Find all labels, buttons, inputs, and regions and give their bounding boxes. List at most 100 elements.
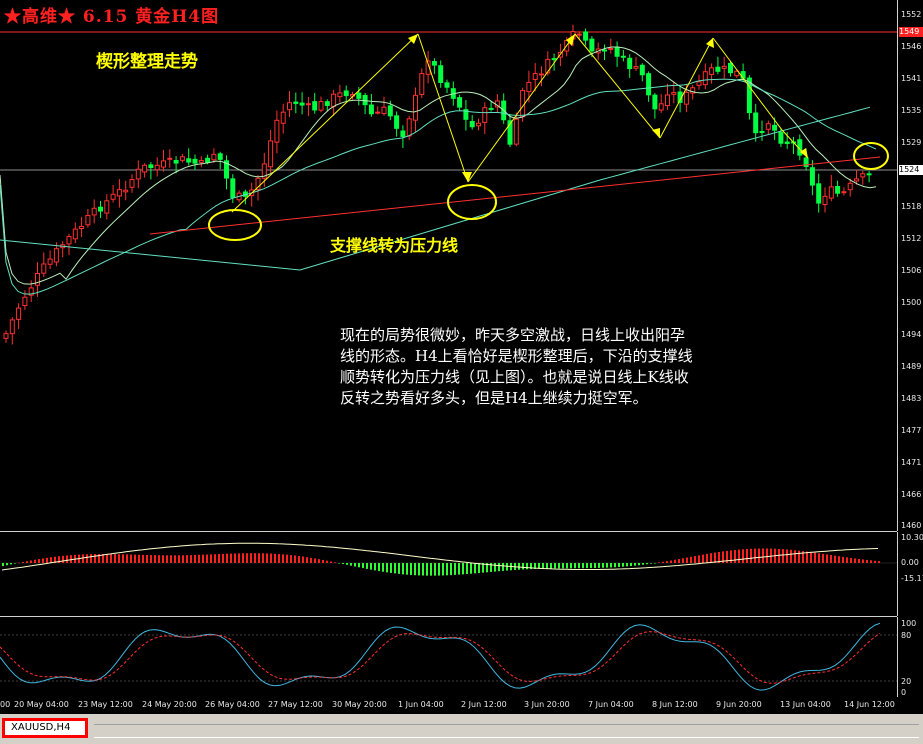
macd-bar: [414, 563, 416, 576]
macd-bar: [474, 563, 476, 574]
candle-body: [551, 58, 557, 61]
macd-bar: [214, 554, 216, 563]
macd-axis[interactable]: 10.30 0.00 -15.17: [897, 532, 923, 616]
macd-bar: [434, 563, 436, 576]
candle-body: [526, 81, 532, 93]
macd-pane[interactable]: [0, 532, 897, 617]
candle-body: [211, 153, 217, 161]
candle-body: [866, 173, 872, 176]
price-pane[interactable]: ★高维★ 6.15 黄金H4图 楔形整理走势 支撑线转为压力线 现在的局势很微妙…: [0, 0, 897, 532]
candle-body: [608, 47, 614, 50]
price-axis[interactable]: 1552 1549 1546 1541 1535 1529 1524 1518 …: [897, 0, 923, 531]
candle-body: [274, 119, 280, 143]
macd-bar: [178, 555, 180, 563]
symbol-tab[interactable]: XAUUSD,H4: [2, 718, 88, 738]
candle-body: [841, 191, 847, 194]
macd-bar: [826, 554, 828, 563]
macd-bar: [830, 555, 832, 563]
commentary-line: 反转之势看好多头，但是H4上继续力挺空军。: [340, 389, 648, 407]
candle-body: [85, 214, 91, 226]
candle-body: [186, 158, 192, 163]
macd-indicator[interactable]: [0, 532, 897, 616]
macd-bar: [554, 563, 556, 569]
candle-body: [602, 49, 607, 52]
candle-body: [835, 186, 841, 194]
candle-body: [759, 131, 765, 134]
macd-bar: [10, 563, 12, 565]
macd-tick: 0.00: [901, 558, 919, 567]
candle-body: [299, 102, 305, 106]
macd-bar: [86, 554, 88, 563]
candle-body: [116, 189, 122, 197]
candle-body: [633, 66, 639, 69]
macd-bar: [334, 562, 336, 563]
candle-body: [91, 207, 97, 216]
macd-bar: [266, 553, 268, 563]
current-price-badge: 1524: [899, 165, 923, 175]
candle-body: [394, 115, 400, 129]
price-tick: 1460: [901, 521, 922, 530]
macd-bar: [698, 555, 700, 563]
candle-body: [312, 101, 318, 111]
candle-body: [161, 160, 166, 168]
macd-bar: [322, 559, 324, 563]
macd-bar: [370, 563, 372, 570]
macd-bar: [350, 563, 352, 566]
price-tick: 1552: [901, 10, 922, 19]
macd-bar: [106, 554, 108, 563]
macd-bar: [594, 563, 596, 568]
price-chart[interactable]: [0, 0, 897, 531]
macd-bar: [710, 553, 712, 563]
candle-body: [431, 61, 437, 66]
macd-bar: [562, 563, 564, 569]
macd-bar: [522, 563, 524, 570]
macd-bar: [226, 553, 228, 563]
candle-body: [847, 182, 853, 191]
time-axis[interactable]: 00 20 May 04:00 23 May 12:00 24 May 20:0…: [0, 697, 923, 714]
macd-bar: [114, 554, 116, 563]
candle-body: [532, 72, 538, 80]
macd-bar: [506, 563, 508, 571]
macd-bar: [666, 561, 668, 563]
price-tick: 1529: [901, 138, 922, 147]
candle-body: [129, 179, 135, 188]
stochastic-axis[interactable]: 100 80 20 0: [897, 617, 923, 697]
stoch-main-line: [0, 622, 881, 691]
macd-bar: [526, 563, 528, 570]
macd-bar: [642, 563, 644, 565]
macd-bar: [250, 553, 252, 563]
stochastic-indicator[interactable]: [0, 617, 897, 697]
macd-bar: [758, 548, 760, 563]
macd-bar: [706, 553, 708, 563]
stochastic-pane[interactable]: [0, 617, 897, 697]
macd-bar: [634, 563, 636, 566]
pattern-label: 楔形整理走势: [96, 52, 198, 72]
macd-bar: [458, 563, 460, 575]
macd-bar: [754, 548, 756, 563]
candle-body: [589, 38, 595, 52]
candle-body: [9, 319, 15, 335]
macd-bar: [566, 563, 568, 569]
support-label: 支撑线转为压力线: [330, 236, 459, 255]
price-tick: 1512: [901, 234, 922, 243]
macd-bar: [386, 563, 388, 573]
candle-body: [66, 236, 72, 245]
macd-bar: [354, 563, 356, 567]
macd-bar: [406, 563, 408, 575]
macd-bar: [694, 556, 696, 563]
candle-body: [576, 33, 582, 36]
candle-body: [772, 124, 778, 131]
time-tick: 8 Jun 12:00: [652, 700, 698, 709]
price-tick: 1546: [901, 42, 922, 51]
tab-scroll-strip[interactable]: [94, 724, 919, 738]
moving-averages: [0, 46, 877, 295]
macd-bar: [454, 563, 456, 575]
macd-bar: [590, 563, 592, 569]
macd-bar: [630, 563, 632, 567]
candle-body: [822, 195, 828, 206]
macd-bar: [818, 553, 820, 563]
macd-bar: [614, 563, 616, 568]
candle-body: [614, 47, 620, 57]
macd-bar: [658, 562, 660, 563]
macd-bar: [766, 548, 768, 563]
